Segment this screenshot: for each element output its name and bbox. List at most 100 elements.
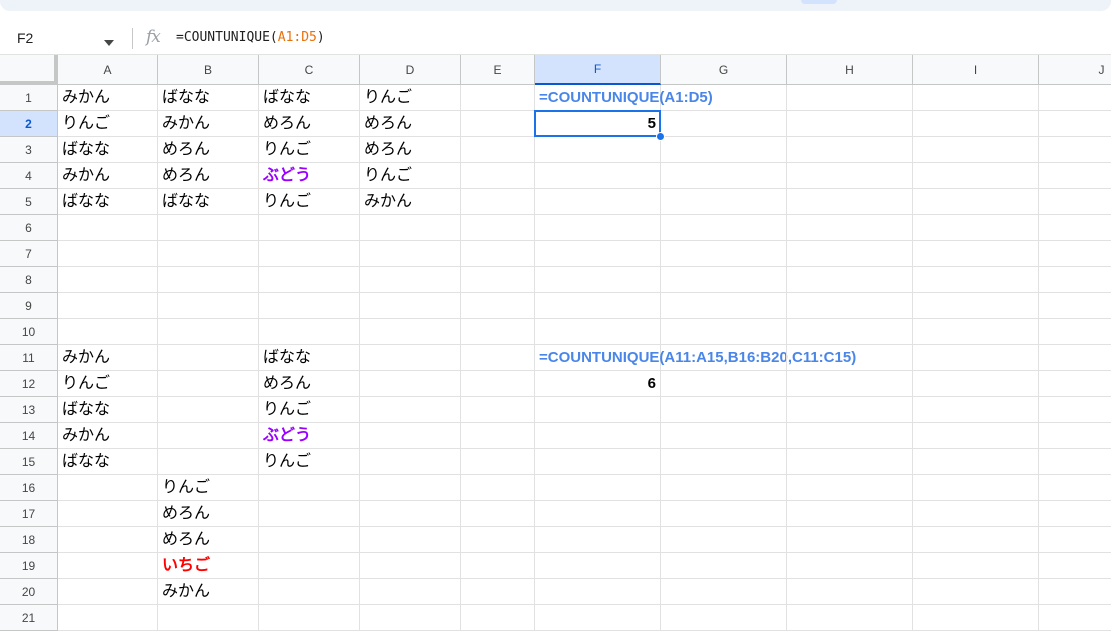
cell-f20[interactable] xyxy=(535,579,661,605)
cell-b4[interactable]: めろん xyxy=(158,163,259,189)
cell-a17[interactable] xyxy=(58,501,158,527)
cell-h21[interactable] xyxy=(787,605,913,631)
cell-i18[interactable] xyxy=(913,527,1039,553)
cell-c11[interactable]: ばなな xyxy=(259,345,360,371)
cell-h10[interactable] xyxy=(787,319,913,345)
cell-g16[interactable] xyxy=(661,475,787,501)
cell-c16[interactable] xyxy=(259,475,360,501)
cell-f17[interactable] xyxy=(535,501,661,527)
cell-i1[interactable] xyxy=(913,85,1039,111)
row-header-14[interactable]: 14 xyxy=(0,423,58,449)
cell-i9[interactable] xyxy=(913,293,1039,319)
cell-j8[interactable] xyxy=(1039,267,1111,293)
cell-e9[interactable] xyxy=(461,293,535,319)
row-header-20[interactable]: 20 xyxy=(0,579,58,605)
cell-a11[interactable]: みかん xyxy=(58,345,158,371)
cell-i6[interactable] xyxy=(913,215,1039,241)
cell-d19[interactable] xyxy=(360,553,461,579)
cell-c13[interactable]: りんご xyxy=(259,397,360,423)
cell-j13[interactable] xyxy=(1039,397,1111,423)
result-cell[interactable]: 5 xyxy=(535,111,661,137)
cell-f4[interactable] xyxy=(535,163,661,189)
cell-b9[interactable] xyxy=(158,293,259,319)
cell-i19[interactable] xyxy=(913,553,1039,579)
cell-h11[interactable] xyxy=(787,345,913,371)
cell-g10[interactable] xyxy=(661,319,787,345)
name-box[interactable]: F2 xyxy=(0,23,128,54)
cell-i4[interactable] xyxy=(913,163,1039,189)
cell-i3[interactable] xyxy=(913,137,1039,163)
cell-h3[interactable] xyxy=(787,137,913,163)
row-header-6[interactable]: 6 xyxy=(0,215,58,241)
cell-b14[interactable] xyxy=(158,423,259,449)
toolbar-button-edge[interactable] xyxy=(801,0,837,4)
cell-j5[interactable] xyxy=(1039,189,1111,215)
cell-a8[interactable] xyxy=(58,267,158,293)
column-header-f[interactable]: F xyxy=(535,55,661,85)
cell-d13[interactable] xyxy=(360,397,461,423)
cell-e19[interactable] xyxy=(461,553,535,579)
row-header-3[interactable]: 3 xyxy=(0,137,58,163)
cell-g11[interactable] xyxy=(661,345,787,371)
cell-a20[interactable] xyxy=(58,579,158,605)
cell-d2[interactable]: めろん xyxy=(360,111,461,137)
cell-c5[interactable]: りんご xyxy=(259,189,360,215)
cell-e17[interactable] xyxy=(461,501,535,527)
cell-h19[interactable] xyxy=(787,553,913,579)
row-header-18[interactable]: 18 xyxy=(0,527,58,553)
cell-d16[interactable] xyxy=(360,475,461,501)
cell-i16[interactable] xyxy=(913,475,1039,501)
cell-c14[interactable]: ぶどう xyxy=(259,423,360,449)
cell-d20[interactable] xyxy=(360,579,461,605)
cell-g4[interactable] xyxy=(661,163,787,189)
name-box-value[interactable]: F2 xyxy=(17,30,33,46)
cell-j9[interactable] xyxy=(1039,293,1111,319)
result-cell[interactable]: 6 xyxy=(535,371,661,397)
sheet-grid[interactable]: A B C D E F G H I J 1 みかん ばなな ばなな りんご =COUNTUNIQUE(A1:D… xyxy=(0,55,1111,637)
cell-e2[interactable] xyxy=(461,111,535,137)
cell-f19[interactable] xyxy=(535,553,661,579)
column-header-b[interactable]: B xyxy=(158,55,259,85)
cell-h20[interactable] xyxy=(787,579,913,605)
cell-g21[interactable] xyxy=(661,605,787,631)
cell-c15[interactable]: りんご xyxy=(259,449,360,475)
cell-i14[interactable] xyxy=(913,423,1039,449)
cell-c19[interactable] xyxy=(259,553,360,579)
cell-f14[interactable] xyxy=(535,423,661,449)
cell-d10[interactable] xyxy=(360,319,461,345)
cell-i5[interactable] xyxy=(913,189,1039,215)
cell-j21[interactable] xyxy=(1039,605,1111,631)
cell-b21[interactable] xyxy=(158,605,259,631)
cell-a12[interactable]: りんご xyxy=(58,371,158,397)
row-header-19[interactable]: 19 xyxy=(0,553,58,579)
cell-c6[interactable] xyxy=(259,215,360,241)
cell-b3[interactable]: めろん xyxy=(158,137,259,163)
cell-j6[interactable] xyxy=(1039,215,1111,241)
cell-g6[interactable] xyxy=(661,215,787,241)
cell-b8[interactable] xyxy=(158,267,259,293)
cell-d21[interactable] xyxy=(360,605,461,631)
row-header-4[interactable]: 4 xyxy=(0,163,58,189)
cell-a15[interactable]: ばなな xyxy=(58,449,158,475)
cell-h7[interactable] xyxy=(787,241,913,267)
cell-e16[interactable] xyxy=(461,475,535,501)
cell-f5[interactable] xyxy=(535,189,661,215)
cell-g13[interactable] xyxy=(661,397,787,423)
cell-i10[interactable] xyxy=(913,319,1039,345)
cell-e13[interactable] xyxy=(461,397,535,423)
cell-h16[interactable] xyxy=(787,475,913,501)
cell-c21[interactable] xyxy=(259,605,360,631)
cell-c10[interactable] xyxy=(259,319,360,345)
cell-j2[interactable] xyxy=(1039,111,1111,137)
cell-c2[interactable]: めろん xyxy=(259,111,360,137)
cell-a19[interactable] xyxy=(58,553,158,579)
row-header-17[interactable]: 17 xyxy=(0,501,58,527)
cell-g18[interactable] xyxy=(661,527,787,553)
cell-i13[interactable] xyxy=(913,397,1039,423)
cell-i11[interactable] xyxy=(913,345,1039,371)
formula-label-cell[interactable]: =COUNTUNIQUE(A1:D5) xyxy=(535,85,713,111)
fill-handle[interactable] xyxy=(656,132,665,141)
cell-d18[interactable] xyxy=(360,527,461,553)
cell-e7[interactable] xyxy=(461,241,535,267)
cell-b2[interactable]: みかん xyxy=(158,111,259,137)
